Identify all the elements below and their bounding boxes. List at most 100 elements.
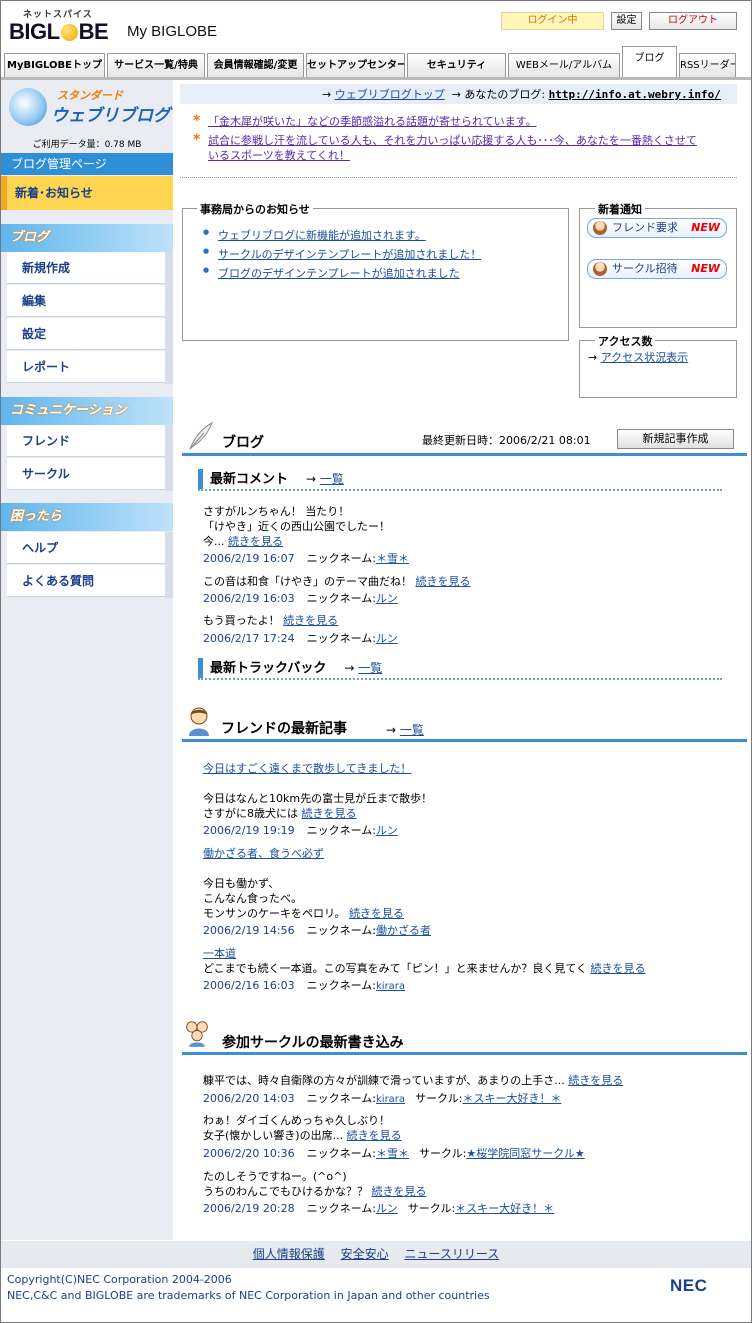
nickname-link[interactable]: ルン [376, 592, 398, 605]
sidebar-item-settings[interactable]: 設定 [7, 318, 165, 350]
notice-link[interactable]: サークルのデザインテンプレートが追加されました！ [218, 248, 481, 261]
webry-globe-icon [9, 88, 47, 126]
top-nav: → ウェブリブログトップ → あなたのブログ: http://info.at.w… [322, 86, 721, 102]
read-more-link[interactable]: 続きを見る [283, 614, 338, 627]
circle-post-meta: 2006/2/19 20:28 ニックネーム:ルン サークル:＊スキー大好き！＊ [203, 1202, 555, 1215]
notice-item: ウェブリブログに新機能が追加されます。 [203, 227, 426, 243]
tab-member-info[interactable]: 会員情報確認/変更 [207, 53, 304, 78]
logo-globe-icon [60, 24, 78, 41]
latest-trackback-title: 最新トラックバック [210, 661, 327, 676]
nickname-link[interactable]: ルン [376, 632, 398, 645]
friend-request-label: フレンド要求 [612, 221, 678, 234]
friend-post-text: 今日はなんと10km先の富士見が丘まで散歩！ さすがに8歳犬には 続きを見る [203, 792, 433, 820]
read-more-link[interactable]: 続きを見る [347, 1129, 402, 1142]
read-more-link[interactable]: 続きを見る [416, 575, 471, 588]
read-more-link[interactable]: 続きを見る [228, 535, 283, 548]
privacy-link[interactable]: 個人情報保護 [253, 1247, 325, 1261]
logout-button[interactable]: ログアウト [649, 12, 737, 30]
news-release-link[interactable]: ニュースリリース [404, 1247, 499, 1261]
comments-list-link[interactable]: 一覧 [320, 472, 344, 486]
latest-trackback-header: 最新トラックバック → 一覧 [198, 658, 382, 678]
nickname-link[interactable]: kirara [376, 1094, 405, 1105]
news-link[interactable]: 「金木犀が咲いた」などの季節感溢れる話題が寄せられています。 [208, 115, 537, 128]
trackback-list-link[interactable]: 一覧 [358, 661, 382, 675]
tab-blog[interactable]: ブログ [622, 46, 677, 79]
friend-avatar-icon [189, 707, 209, 736]
blog-admin-header[interactable]: ブログ管理ページ [1, 153, 173, 175]
news-item: * 「金木犀が咲いた」などの季節感溢れる話題が寄せられています。 [193, 114, 537, 129]
tab-setup-center[interactable]: セットアップセンター [306, 53, 405, 78]
nickname-link[interactable]: ルン [376, 824, 398, 837]
read-more-link[interactable]: 続きを見る [372, 1185, 427, 1198]
friend-post-title[interactable]: 一本道 [203, 946, 236, 961]
notice-link[interactable]: ウェブリブログに新機能が追加されます。 [218, 229, 426, 242]
read-more-link[interactable]: 続きを見る [591, 962, 646, 975]
sidebar-item-new-post[interactable]: 新規作成 [7, 252, 165, 284]
blog-url-link[interactable]: http://info.at.webry.info/ [549, 88, 721, 101]
friend-request-button[interactable]: フレンド要求 NEW [587, 218, 727, 238]
notice-link[interactable]: ブログのデザインテンプレートが追加されました [218, 267, 460, 280]
new-badge: NEW [691, 262, 720, 275]
new-badge: NEW [691, 221, 720, 234]
sidebar-rail [165, 532, 173, 598]
circle-invite-button[interactable]: サークル招待 NEW [587, 259, 727, 279]
safety-link[interactable]: 安全安心 [341, 1247, 389, 1261]
sidebar-item-faq[interactable]: よくある質問 [7, 565, 165, 597]
copyright: Copyright(C)NEC Corporation 2004-2006 [7, 1273, 232, 1286]
arrivals-title: 新着通知 [595, 201, 645, 217]
tab-security[interactable]: セキュリティ [407, 53, 506, 78]
sidebar-item-circle[interactable]: サークル [7, 458, 165, 490]
comment-meta: 2006/2/17 17:24 ニックネーム:ルン [203, 632, 398, 645]
read-more-link[interactable]: 続きを見る [568, 1074, 623, 1087]
my-biglobe-label: My BIGLOBE [127, 23, 218, 40]
biglobe-logo[interactable]: BIGL BE [9, 19, 109, 45]
nickname-link[interactable]: ＊雪＊ [376, 552, 409, 565]
login-status-badge: ログイン中 [501, 12, 604, 30]
sidebar-item-friend[interactable]: フレンド [7, 425, 165, 457]
comment-text: さすがルンちゃん！ 当たり！ 「けやき」近くの西山公園でしたー！ 今... 続き… [203, 505, 390, 548]
sidebar-section-help: 困ったら [1, 503, 173, 531]
group-icon [593, 262, 607, 276]
sidebar-item-news[interactable]: 新着･お知らせ [1, 176, 173, 210]
webry-blog-logo[interactable]: スタンダード ウェブリブログ [7, 84, 172, 130]
friend-post-title[interactable]: 今日はすごく遠くまで散歩してきました！ [203, 761, 411, 776]
circle-link[interactable]: ＊スキー大好き！＊ [462, 1092, 561, 1105]
logo-title: ウェブリブログ [51, 106, 170, 126]
sidebar-item-edit[interactable]: 編集 [7, 285, 165, 317]
read-more-link[interactable]: 続きを見る [349, 907, 404, 920]
sidebar-item-help[interactable]: ヘルプ [7, 532, 165, 564]
tab-services[interactable]: サービス一覧/特典 [107, 53, 205, 78]
sidebar-rail [165, 425, 173, 491]
tab-mybiglobe-top[interactable]: MyBIGLOBEトップ [4, 53, 105, 78]
settings-button[interactable]: 設定 [611, 12, 642, 30]
webry-top-link[interactable]: ウェブリブログトップ [335, 88, 445, 101]
access-status-link[interactable]: アクセス状況表示 [601, 351, 688, 364]
circle-link[interactable]: ★桜学院同窓サークル★ [466, 1147, 584, 1160]
friends-list-row: → 一覧 [386, 723, 424, 737]
sidebar: スタンダード ウェブリブログ ご利用データ量：0.78 MB ブログ管理ページ … [1, 80, 173, 1240]
blog-section-title: ブログ [222, 435, 264, 451]
nec-logo: NEC [670, 1276, 708, 1295]
sidebar-item-report[interactable]: レポート [7, 351, 165, 383]
dotted-divider [198, 489, 722, 491]
tab-rss-reader[interactable]: RSSリーダー [679, 53, 736, 78]
nickname-link[interactable]: ルン [376, 1202, 398, 1215]
notice-item: ブログのデザインテンプレートが追加されました [203, 265, 460, 281]
nickname-link[interactable]: ＊雪＊ [376, 1147, 409, 1160]
circle-post-text: たのしそうですねー。(^o^) うちのわんこでもひけるかな？？ 続きを見る [203, 1170, 427, 1198]
your-blog-label: → あなたのブログ: [451, 88, 546, 101]
latest-comments-header: 最新コメント → 一覧 [198, 469, 344, 489]
nickname-link[interactable]: 働かざる者 [376, 924, 431, 937]
friend-post-title[interactable]: 働かざる者、食うべ必ず [203, 846, 324, 861]
circle-invite-label: サークル招待 [612, 262, 678, 275]
friends-list-link[interactable]: 一覧 [400, 723, 424, 737]
read-more-link[interactable]: 続きを見る [302, 807, 357, 820]
circle-post-meta: 2006/2/20 10:36 ニックネーム:＊雪＊ サークル:★桜学院同窓サークル… [203, 1147, 585, 1160]
friend-post-meta: 2006/2/19 19:19 ニックネーム:ルン [203, 824, 398, 837]
nickname-link[interactable]: kirara [376, 981, 405, 992]
news-link[interactable]: 試合に参戦し汗を流している人も、それを力いっぱい応援する人も･･･今、あなたを一… [208, 134, 697, 147]
news-link-cont[interactable]: いるスポーツを教えてくれ！ [208, 149, 350, 162]
circle-link[interactable]: ＊スキー大好き！＊ [455, 1202, 554, 1215]
tab-webmail[interactable]: WEBメール/アルバム [508, 53, 620, 78]
new-post-button[interactable]: 新規記事作成 [617, 429, 734, 449]
